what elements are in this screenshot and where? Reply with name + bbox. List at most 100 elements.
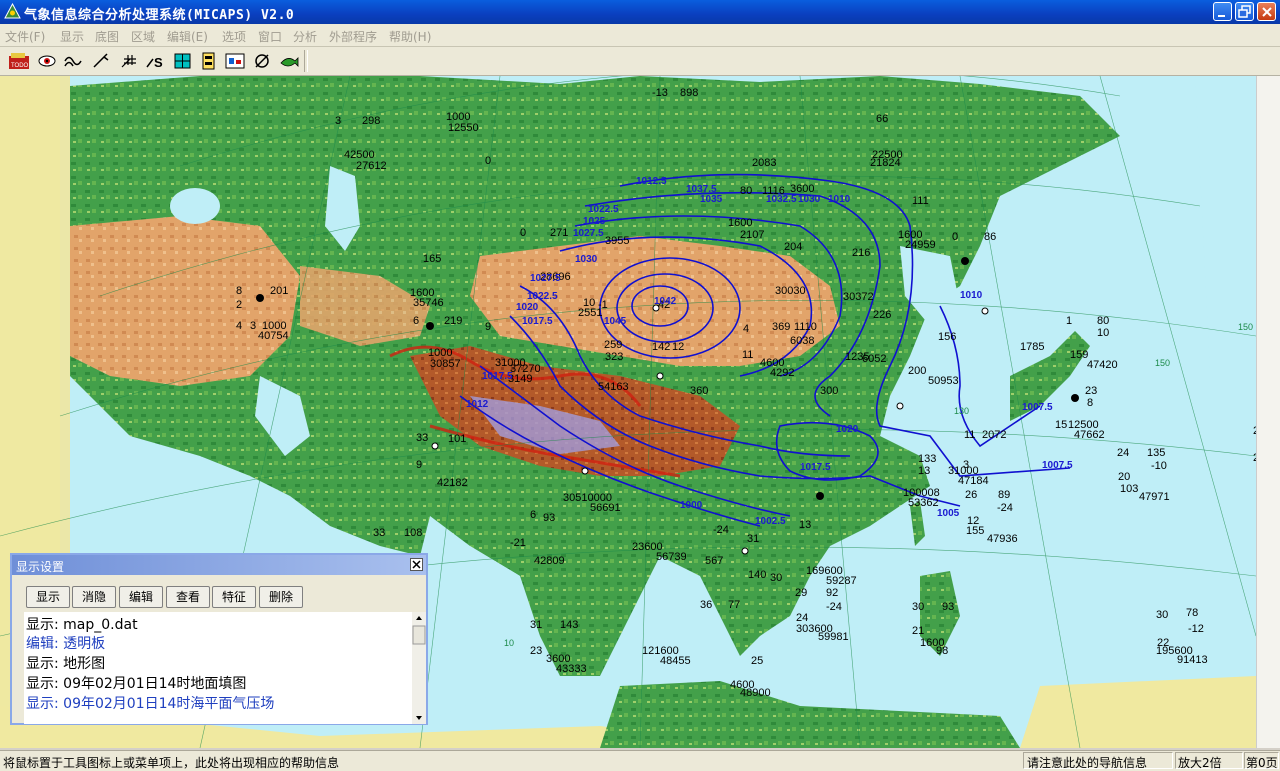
wind-icon[interactable] (62, 51, 84, 71)
map-vertical-scrollbar[interactable] (1256, 76, 1280, 748)
menu-analysis[interactable]: 分析 (293, 28, 317, 45)
station-value: 133 (918, 453, 936, 465)
layer-item[interactable]: 显示: 地形图 (26, 653, 105, 673)
menu-external[interactable]: 外部程序 (329, 28, 377, 45)
vertical-icon[interactable] (198, 51, 220, 71)
station-value: 30857 (430, 358, 461, 370)
station-value: 13 (918, 465, 930, 477)
grid-plot-icon[interactable] (118, 51, 140, 71)
menu-window[interactable]: 窗口 (258, 28, 282, 45)
panel-close-button[interactable] (410, 558, 423, 571)
station-s-icon[interactable]: S (144, 51, 166, 71)
station-value: 6 (413, 315, 419, 327)
menu-display[interactable]: 显示 (60, 28, 84, 45)
feature-button[interactable]: 特征 (212, 586, 256, 608)
menu-file[interactable]: 文件(F) (5, 28, 45, 45)
isobar-label: 1017.5 (522, 316, 553, 327)
station-value: 108 (404, 527, 422, 539)
todo-icon[interactable]: TODO (8, 51, 30, 71)
chart-icon[interactable] (224, 51, 246, 71)
menu-help[interactable]: 帮助(H) (389, 28, 431, 45)
station-value: 298 (362, 115, 380, 127)
station-value: 2 (236, 299, 242, 311)
station-value: 12550 (448, 122, 479, 134)
station-value: 92 (826, 587, 838, 599)
fish-icon[interactable] (278, 51, 300, 71)
typhoon-icon[interactable] (252, 51, 274, 71)
station-value: 56739 (656, 551, 687, 563)
menu-region[interactable]: 区域 (131, 28, 155, 45)
station-value: 56691 (590, 502, 621, 514)
station-value: -13 (652, 87, 668, 99)
station-value: 27612 (356, 160, 387, 172)
station-value: 156 (938, 331, 956, 343)
station-value: 89 (998, 489, 1010, 501)
station-value: 103 (1120, 483, 1138, 495)
station-value: 30 (770, 572, 782, 584)
station-value: 4 (743, 323, 749, 335)
station-value: 29 (795, 587, 807, 599)
menu-basemap[interactable]: 底图 (95, 28, 119, 45)
scrollbar-arrows (412, 616, 426, 720)
menu-edit[interactable]: 编辑(E) (167, 28, 208, 45)
isobar-label: 1032.5 (766, 194, 797, 205)
station-value: 142 (652, 341, 670, 353)
station-value: 22500 (872, 149, 903, 161)
station-value: 47184 (958, 475, 989, 487)
isobar-label: 1022.5 (588, 204, 619, 215)
layer-item[interactable]: 显示: 09年02月01日14时海平面气压场 (26, 693, 274, 713)
station-value: 1600 (728, 217, 752, 229)
close-button[interactable] (1257, 2, 1276, 21)
eye-icon[interactable] (36, 51, 58, 71)
layer-list[interactable]: 显示: map_0.dat 编辑: 透明板 显示: 地形图 显示: 09年02月… (24, 612, 412, 724)
station-value: 271 (550, 227, 568, 239)
isobar-label: 1025 (583, 216, 606, 227)
svg-text:S: S (154, 55, 163, 70)
station-value: 59981 (818, 631, 849, 643)
station-value: 35746 (413, 297, 444, 309)
layer-item[interactable]: 编辑: 透明板 (26, 633, 105, 653)
station-value: 59287 (826, 575, 857, 587)
view-button[interactable]: 查看 (166, 586, 210, 608)
station-value: 42182 (437, 477, 468, 489)
edit-button[interactable]: 编辑 (119, 586, 163, 608)
station-value: -24 (997, 502, 1013, 514)
station-value: 8 (1087, 397, 1093, 409)
grid-icon[interactable] (172, 51, 194, 71)
station-value: 15 (1055, 419, 1067, 431)
layer-item[interactable]: 显示: 09年02月01日14时地面填图 (26, 673, 246, 693)
hide-button[interactable]: 消隐 (72, 586, 116, 608)
toolbar-separator (304, 50, 308, 72)
station-value: 93 (942, 601, 954, 613)
station-value: 360 (690, 385, 708, 397)
station-value: 369 (772, 321, 790, 333)
station-value: 11 (742, 349, 753, 361)
station-value: 47662 (1074, 429, 1105, 441)
station-value: 47971 (1139, 491, 1170, 503)
station-value: 1 (1066, 315, 1072, 327)
station-value: 111 (912, 195, 929, 207)
layer-list-scrollbar[interactable] (412, 612, 426, 724)
station-value: 12 (672, 341, 684, 353)
graticule-label: 130 (954, 406, 969, 416)
station-value: 226 (873, 309, 891, 321)
panel-title-bar[interactable]: 显示设置 (12, 555, 426, 575)
station-value: 30030 (775, 285, 806, 297)
status-help-text: 将鼠标置于工具图标上或菜单项上，此处将出现相应的帮助信息 (3, 756, 340, 770)
status-bar: 将鼠标置于工具图标上或菜单项上，此处将出现相应的帮助信息 请注意此处的导航信息 … (0, 750, 1280, 771)
station-value: 140 (748, 569, 766, 581)
title-bar: 气象信息综合分析处理系统(MICAPS) V2.0 (0, 0, 1280, 24)
wind-barb-icon[interactable] (90, 51, 112, 71)
isobar-label: 1027.5 (573, 228, 604, 239)
station-value: 300 (820, 385, 838, 397)
station-value: 9 (416, 459, 422, 471)
status-nav-box: 请注意此处的导航信息 (1023, 752, 1173, 770)
station-value: 40754 (258, 330, 289, 342)
minimize-button[interactable] (1213, 2, 1232, 21)
show-button[interactable]: 显示 (26, 586, 70, 608)
station-value: 53362 (908, 497, 939, 509)
layer-item[interactable]: 显示: map_0.dat (26, 614, 138, 634)
restore-button[interactable] (1235, 2, 1254, 21)
delete-button[interactable]: 删除 (259, 586, 303, 608)
menu-options[interactable]: 选项 (222, 28, 246, 45)
